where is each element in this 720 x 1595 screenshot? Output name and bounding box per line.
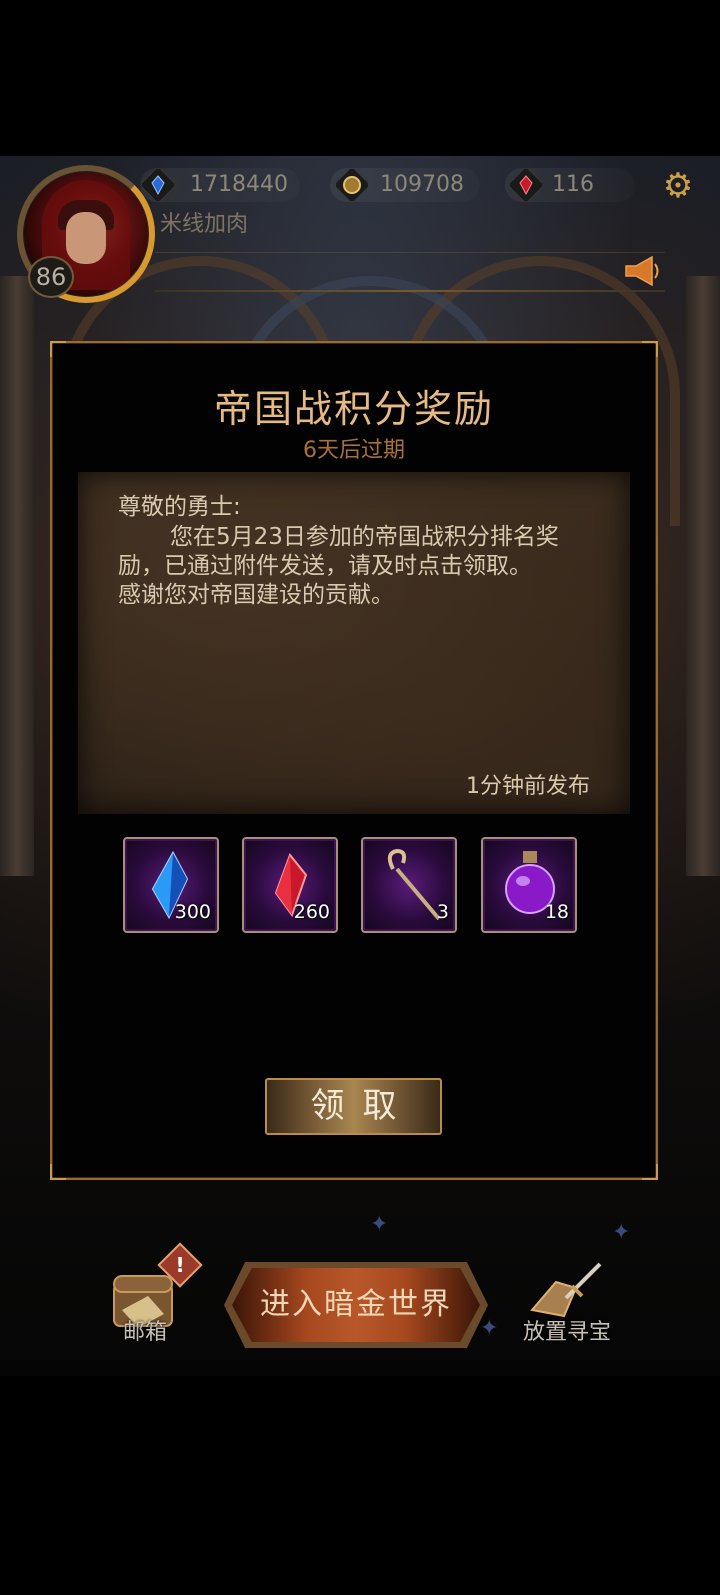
frame-corner [642, 341, 658, 357]
red-crystal-amount: 116 [552, 172, 594, 197]
attachment-slot[interactable]: 260 [242, 837, 338, 933]
idle-treasure-label[interactable]: 放置寻宝 [512, 1314, 622, 1346]
player-name: 米线加肉 [160, 212, 249, 237]
claim-button[interactable]: 领取 [265, 1078, 442, 1135]
announcement-bar-line [155, 290, 665, 292]
sparkle-icon: ✦ [370, 1212, 389, 1237]
mail-body-line: 励，已通过附件发送，请及时点击领取。 [118, 553, 532, 579]
mail-body-line: 感谢您对帝国建设的贡献。 [118, 582, 394, 608]
background-pillar [686, 276, 720, 876]
mail-body-line: 您在5月23日参加的帝国战积分排名奖 [170, 524, 559, 550]
frame-corner [642, 1164, 658, 1180]
announcement-horn-icon[interactable] [622, 254, 662, 288]
announcement-bar-top [155, 252, 665, 253]
mail-expiry: 6天后过期 [303, 438, 405, 463]
alert-mark: ! [175, 1253, 185, 1277]
mail-greeting: 尊敬的勇士: [118, 494, 241, 520]
sparkle-icon: ✦ [612, 1220, 631, 1245]
treasure-sword-icon[interactable] [526, 1258, 608, 1320]
blue-crystal-amount: 1718440 [190, 172, 288, 197]
mail-title: 帝国战积分奖励 [213, 387, 494, 431]
frame-corner [50, 341, 66, 357]
settings-gear-icon[interactable]: ⚙ [660, 168, 696, 204]
gold-coin-amount: 109708 [380, 172, 464, 197]
attachment-quantity: 300 [174, 901, 211, 923]
enter-world-label[interactable]: 进入暗金世界 [232, 1268, 480, 1342]
mail-posted-time: 1分钟前发布 [466, 774, 590, 799]
frame-corner [50, 1164, 66, 1180]
attachment-quantity: 18 [544, 901, 569, 923]
gold-coin-icon [336, 169, 368, 201]
red-crystal-icon [510, 169, 542, 201]
attachment-slot[interactable]: 3 [361, 837, 457, 933]
attachment-slot[interactable]: 300 [123, 837, 219, 933]
background-pillar [0, 276, 34, 876]
blue-crystal-icon [142, 169, 174, 201]
mailbox-label[interactable]: 邮箱 [110, 1314, 180, 1346]
attachment-quantity: 3 [436, 901, 449, 923]
attachment-slot[interactable]: 18 [481, 837, 577, 933]
sparkle-icon: ✦ [480, 1316, 499, 1341]
level-badge: 86 [28, 256, 74, 298]
attachment-quantity: 260 [293, 901, 330, 923]
